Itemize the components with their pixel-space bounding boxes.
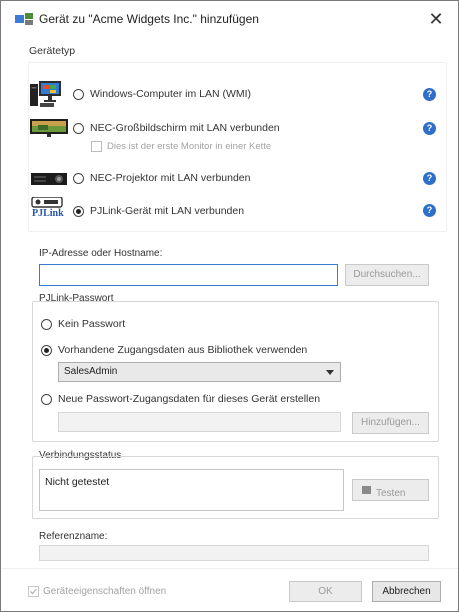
radio-large-display[interactable] <box>73 123 84 134</box>
radio-projector[interactable] <box>73 173 84 184</box>
dialog-title: Gerät zu "Acme Widgets Inc." hinzufügen <box>39 12 259 26</box>
credential-select-value: SalesAdmin <box>64 366 118 377</box>
check-icon <box>30 588 37 595</box>
info-icon-pjlink[interactable]: ? <box>423 204 436 217</box>
existing-credentials-label: Vorhandene Zugangsdaten aus Bibliothek v… <box>58 344 308 356</box>
info-icon-projector[interactable]: ? <box>423 172 436 185</box>
option-large-display-label: NEC-Großbildschirm mit LAN verbunden <box>90 122 280 134</box>
windows-computer-icon <box>30 81 68 109</box>
test-button-label: Testen <box>376 488 406 499</box>
connection-status-box: Nicht getestet <box>39 469 344 511</box>
app-icon <box>15 12 33 26</box>
reference-label: Referenzname: <box>39 531 108 542</box>
new-password-input[interactable] <box>58 412 341 432</box>
info-icon-large-display[interactable]: ? <box>423 122 436 135</box>
pjlink-icon-text: PJLink <box>32 208 64 219</box>
footer-divider <box>1 568 458 569</box>
radio-windows-computer[interactable] <box>73 89 84 100</box>
add-credentials-button[interactable]: Hinzufügen... <box>352 412 429 434</box>
option-projector-label: NEC-Projektor mit LAN verbunden <box>90 172 251 184</box>
chevron-down-icon <box>326 370 334 375</box>
option-pjlink-label: PJLink-Gerät mit LAN verbunden <box>90 205 245 217</box>
connection-status-text: Nicht getestet <box>45 476 110 488</box>
cancel-button[interactable]: Abbrechen <box>372 581 441 602</box>
close-icon[interactable]: ✕ <box>424 7 448 31</box>
radio-no-password[interactable] <box>41 319 52 330</box>
browse-button[interactable]: Durchsuchen... <box>345 264 429 286</box>
option-windows-computer-label: Windows-Computer im LAN (WMI) <box>90 88 252 100</box>
open-properties-label: Geräteeigenschaften öffnen <box>43 586 167 597</box>
title-bar: Gerät zu "Acme Widgets Inc." hinzufügen … <box>1 1 458 37</box>
large-display-icon <box>30 119 68 137</box>
projector-icon <box>30 172 68 186</box>
info-icon-windows[interactable]: ? <box>423 88 436 101</box>
radio-pjlink[interactable] <box>73 206 84 217</box>
first-monitor-label: Dies ist der erste Monitor in einer Kett… <box>107 141 272 152</box>
address-label: IP-Adresse oder Hostname: <box>39 248 163 259</box>
radio-existing-credentials[interactable] <box>41 345 52 356</box>
no-password-label: Kein Passwort <box>58 318 126 330</box>
reference-input[interactable] <box>39 545 429 561</box>
radio-new-credentials[interactable] <box>41 394 52 405</box>
open-properties-checkbox[interactable] <box>28 586 39 597</box>
test-button[interactable]: Testen <box>352 479 429 501</box>
credential-select[interactable]: SalesAdmin <box>58 362 341 382</box>
add-device-dialog: Gerät zu "Acme Widgets Inc." hinzufügen … <box>0 0 459 612</box>
device-type-legend: Gerätetyp <box>29 45 76 57</box>
new-credentials-label: Neue Passwort-Zugangsdaten für dieses Ge… <box>58 393 321 405</box>
pjlink-icon: PJLink <box>30 196 68 221</box>
first-monitor-checkbox[interactable] <box>91 141 102 152</box>
address-input[interactable] <box>39 264 338 286</box>
test-icon <box>362 486 371 494</box>
ok-button[interactable]: OK <box>289 581 362 602</box>
